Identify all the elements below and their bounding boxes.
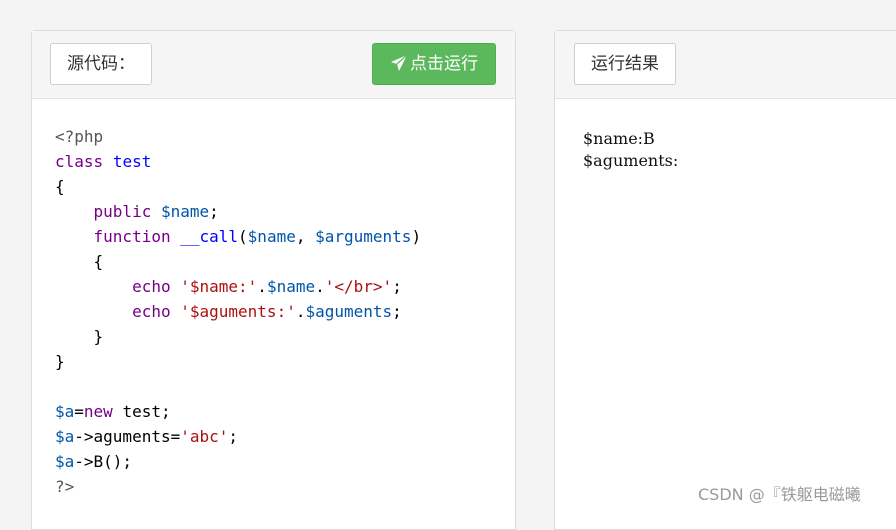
- watermark: CSDN @『铁躯电磁曦: [698, 485, 861, 504]
- code-token: function: [93, 227, 171, 246]
- code-token: class: [55, 152, 104, 171]
- result-panel: 运行结果 $name:B $aguments:: [554, 30, 896, 530]
- code-token: new: [83, 402, 113, 421]
- code-line: }: [55, 349, 421, 374]
- paper-plane-icon: [390, 54, 410, 74]
- code-line: function __call($name, $arguments): [55, 224, 422, 249]
- source-panel-header: 源代码： 点击运行: [32, 31, 515, 99]
- code-token: $aguments: [305, 302, 393, 321]
- source-code-tab[interactable]: 源代码：: [50, 43, 152, 85]
- code-token: $a: [55, 402, 75, 421]
- code-token: =: [74, 402, 84, 421]
- code-token: __call: [180, 227, 239, 246]
- code-token: (: [238, 227, 248, 246]
- output-line: $name:B: [583, 129, 655, 148]
- code-line: }: [55, 324, 421, 349]
- code-token: ->aguments=: [74, 427, 181, 446]
- code-token: $a: [55, 452, 75, 471]
- code-token: test;: [112, 402, 171, 421]
- result-output: $name:B $aguments:: [583, 128, 678, 172]
- code-token: .: [315, 277, 325, 296]
- code-token: }: [55, 327, 104, 346]
- code-token: echo: [132, 302, 171, 321]
- code-token: $arguments: [315, 227, 412, 246]
- run-button-label: 点击运行: [410, 54, 478, 74]
- source-code-panel: 源代码： 点击运行 <?php class test { public $name;…: [31, 30, 516, 530]
- code-token: }: [55, 352, 65, 371]
- code-token: $name: [247, 227, 296, 246]
- code-token: '$name:': [180, 277, 258, 296]
- code-token: $a: [55, 427, 75, 446]
- code-token: ;: [228, 427, 239, 446]
- result-tab[interactable]: 运行结果: [574, 43, 676, 85]
- code-token: test: [112, 152, 152, 171]
- code-token: public: [93, 202, 152, 221]
- code-line: ?>: [55, 474, 421, 499]
- code-token: ,: [295, 227, 316, 246]
- code-line: echo '$name:'.$name.'</br>';: [55, 274, 421, 299]
- code-line: {: [55, 249, 421, 274]
- code-token: 'abc': [180, 427, 229, 446]
- code-token: ;: [392, 277, 402, 296]
- code-token: $name: [160, 202, 210, 221]
- code-token: ;: [209, 202, 219, 221]
- result-panel-header: 运行结果: [555, 31, 896, 99]
- code-token: $name: [266, 277, 316, 296]
- code-token: '$aguments:': [180, 302, 296, 321]
- code-line: class test: [55, 149, 421, 174]
- code-token: ;: [392, 302, 402, 321]
- code-token: ): [411, 227, 422, 246]
- code-line: <?php: [55, 124, 421, 149]
- code-token: <?php: [55, 127, 104, 146]
- code-token: ?>: [55, 477, 75, 496]
- code-token: ->B();: [74, 452, 133, 471]
- code-line: public $name;: [55, 199, 421, 224]
- code-line: $a=new test;: [55, 399, 421, 424]
- code-token: {: [55, 177, 65, 196]
- code-token: '</br>': [324, 277, 393, 296]
- code-line: echo '$aguments:'.$aguments;: [55, 299, 421, 324]
- output-line: $aguments:: [583, 151, 679, 170]
- code-token: .: [257, 277, 267, 296]
- run-button[interactable]: 点击运行: [372, 43, 496, 85]
- code-line: {: [55, 174, 421, 199]
- code-token: {: [55, 252, 104, 271]
- code-token: echo: [132, 277, 171, 296]
- code-line: $a->B();: [55, 449, 421, 474]
- code-editor[interactable]: <?php class test { public $name; function …: [55, 124, 421, 499]
- code-line: $a->aguments='abc';: [55, 424, 421, 449]
